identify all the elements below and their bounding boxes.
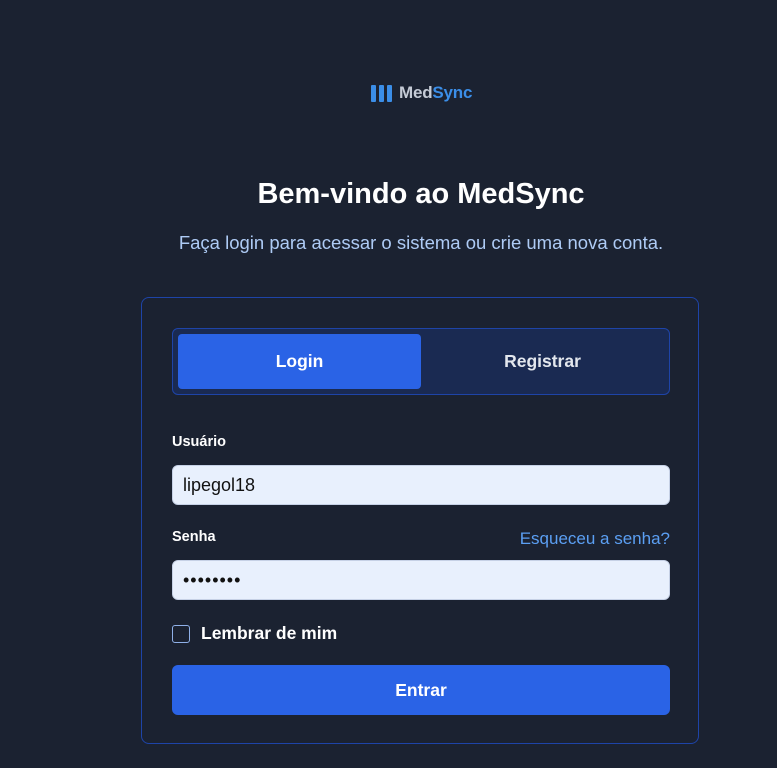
- username-label: Usuário: [172, 434, 226, 450]
- username-input[interactable]: [172, 465, 670, 505]
- logo: MedSync: [371, 82, 472, 104]
- remember-me[interactable]: Lembrar de mim: [172, 623, 337, 644]
- remember-label: Lembrar de mim: [201, 623, 338, 643]
- password-label: Senha: [172, 529, 216, 545]
- page-title: Bem-vindo ao MedSync: [257, 178, 585, 210]
- password-input[interactable]: [172, 560, 670, 600]
- logo-text-med: Med: [399, 83, 433, 102]
- auth-card: Login Registrar Usuário Senha Esqueceu a…: [141, 297, 699, 744]
- logo-text-sync: Sync: [432, 83, 473, 102]
- logo-text: MedSync: [399, 83, 472, 103]
- page-subtitle: Faça login para acessar o sistema ou cri…: [178, 232, 664, 253]
- bars-icon: [371, 84, 392, 102]
- remember-checkbox[interactable]: [172, 624, 190, 643]
- tab-register[interactable]: Registrar: [421, 334, 664, 389]
- forgot-password-link[interactable]: Esqueceu a senha?: [520, 529, 670, 549]
- tab-login[interactable]: Login: [178, 334, 421, 389]
- submit-button[interactable]: Entrar: [172, 665, 670, 715]
- auth-tabs: Login Registrar: [172, 328, 670, 395]
